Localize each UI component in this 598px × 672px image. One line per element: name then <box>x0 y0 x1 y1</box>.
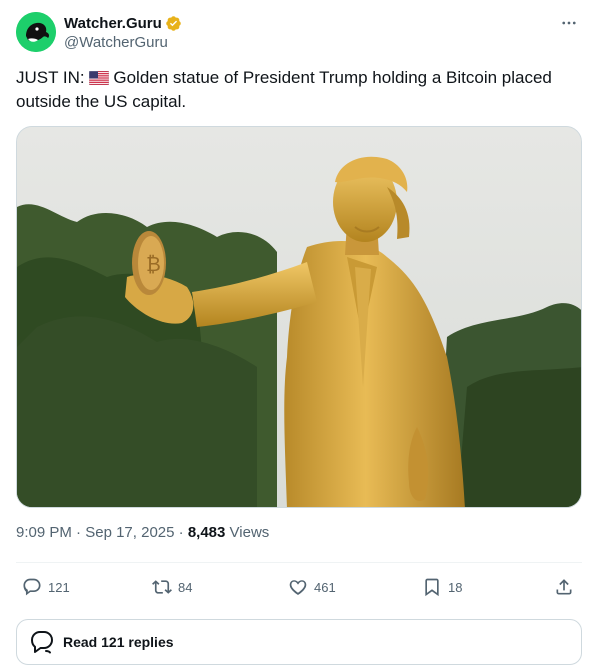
replies-bubble-icon <box>31 631 53 654</box>
share-icon <box>556 579 572 595</box>
tweet-text: JUST IN: Golden statue of President Trum… <box>16 66 582 114</box>
bookmark-icon <box>425 578 439 597</box>
views-count[interactable]: 8,483 <box>188 524 230 541</box>
share-button[interactable] <box>554 568 574 606</box>
reply-button[interactable]: 121 <box>22 568 70 606</box>
golden-statue-image: ₿ <box>17 127 581 507</box>
like-count: 461 <box>314 579 336 595</box>
display-name[interactable]: Watcher.Guru <box>64 15 162 32</box>
action-bar: 121 84 461 18 <box>16 568 582 606</box>
read-replies-label: Read 121 replies <box>63 634 174 650</box>
repost-count: 84 <box>178 579 193 595</box>
tweet-time[interactable]: 9:09 PM <box>16 524 72 541</box>
tweet-meta: 9:09 PM · Sep 17, 2025 · 8,483 Views <box>16 524 269 541</box>
reply-count: 121 <box>48 579 70 595</box>
handle[interactable]: @WatcherGuru <box>64 34 182 51</box>
meta-separator: · <box>178 524 188 541</box>
tweet-prefix: JUST IN: <box>16 68 90 87</box>
bookmark-count: 18 <box>448 579 463 595</box>
divider <box>16 562 582 563</box>
us-flag-icon <box>89 71 110 85</box>
svg-text:₿: ₿ <box>146 252 161 276</box>
tweet-date[interactable]: Sep 17, 2025 <box>85 524 174 541</box>
tweet-image[interactable]: ₿ <box>16 126 582 508</box>
read-replies-button[interactable]: Read 121 replies <box>16 619 582 665</box>
tweet-header: Watcher.Guru @WatcherGuru <box>16 12 582 54</box>
more-options-icon[interactable] <box>558 12 580 34</box>
repost-icon <box>152 580 172 594</box>
meta-separator: · <box>76 524 86 541</box>
verified-badge-icon[interactable] <box>165 15 182 32</box>
repost-button[interactable]: 84 <box>152 568 192 606</box>
views-label: Views <box>229 524 270 541</box>
heart-icon <box>289 580 307 595</box>
bookmark-button[interactable]: 18 <box>422 568 462 606</box>
like-button[interactable]: 461 <box>288 568 336 606</box>
avatar[interactable] <box>16 12 56 52</box>
reply-icon <box>23 578 41 596</box>
watcher-guru-logo-icon <box>16 12 56 52</box>
